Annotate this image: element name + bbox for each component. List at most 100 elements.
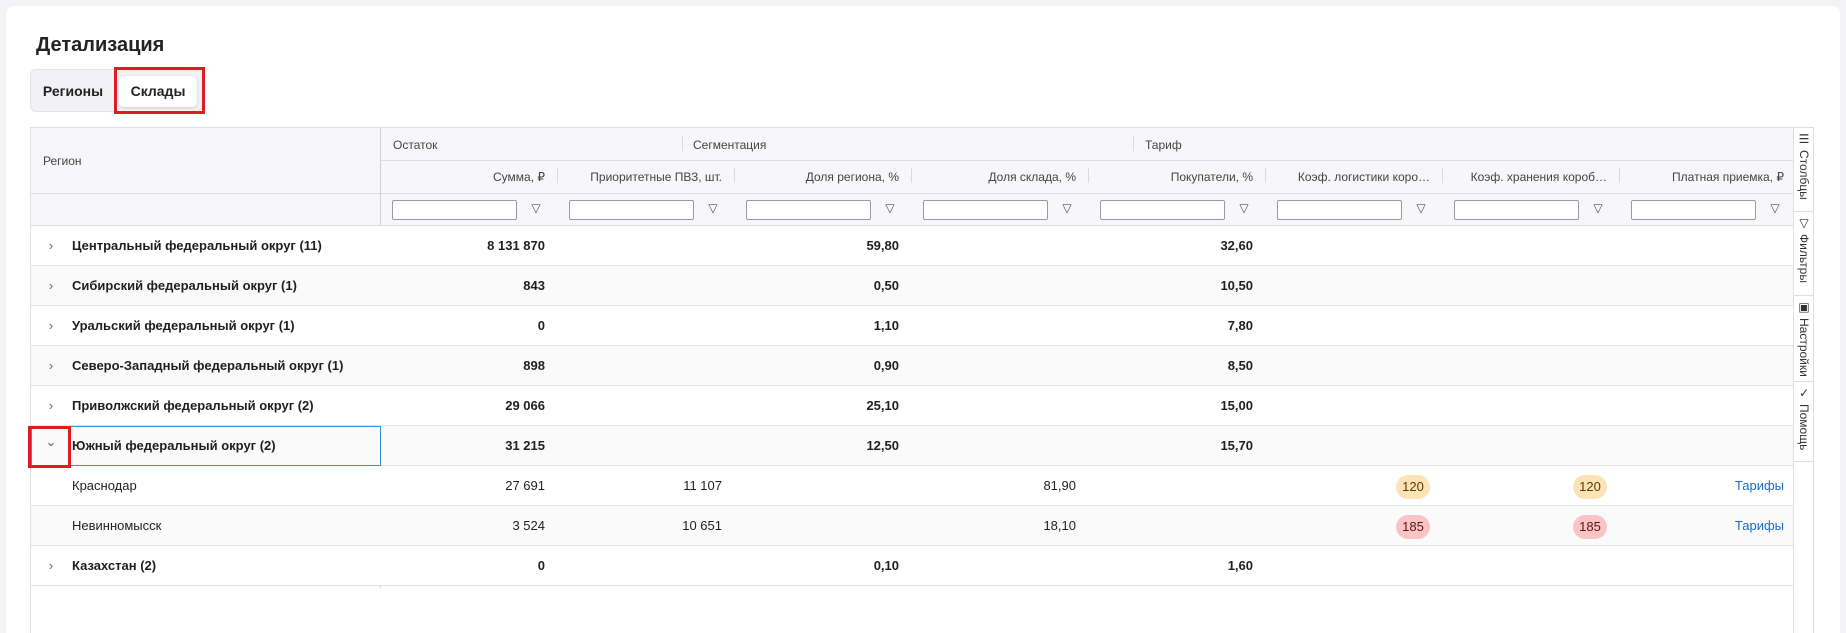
row-region-name: Северо-Западный федеральный округ (1) — [72, 358, 344, 373]
group-row[interactable]: › Казахстан (2) 0 0,10 1,60 — [31, 546, 1795, 586]
tab-warehouses[interactable]: Склады — [119, 76, 197, 107]
coefficient-badge: 120 — [1573, 474, 1607, 499]
side-tab-help[interactable]: ✓ Помощь — [1794, 382, 1813, 462]
column-filter-input[interactable] — [746, 200, 871, 220]
column-filter-input[interactable] — [923, 200, 1048, 220]
filter-funnel-icon[interactable]: ▽ — [529, 201, 543, 215]
table-cell — [558, 546, 734, 586]
group-row[interactable]: › Центральный федеральный округ (11) 8 131… — [31, 226, 1795, 266]
column-filter-input[interactable] — [392, 200, 517, 220]
table-cell: 0,90 — [873, 358, 899, 373]
table-cell — [1266, 546, 1442, 586]
table-cell: 1,60 — [1227, 558, 1253, 573]
chevron-right-icon[interactable]: › — [43, 306, 59, 346]
group-row[interactable]: ⌄ Южный федеральный округ (2) 31 215 12,50 1… — [31, 426, 1795, 466]
column-filter-input[interactable] — [1631, 200, 1756, 220]
group-row[interactable]: › Приволжский федеральный округ (2) 29 066… — [31, 386, 1795, 426]
table-cell: 10,50 — [1220, 278, 1253, 293]
table-cell — [1266, 226, 1442, 266]
side-tab-filters[interactable]: ▽ Фильтры — [1794, 212, 1813, 296]
coefficient-badge: 120 — [1396, 474, 1430, 499]
column-header[interactable]: Доля склада, % — [912, 170, 1088, 184]
table-cell: 12,50 — [866, 438, 899, 453]
side-tab-settings[interactable]: ▣ Настройки — [1794, 296, 1813, 382]
column-filter-input[interactable] — [1277, 200, 1402, 220]
filter-funnel-icon[interactable]: ▽ — [706, 201, 720, 215]
table-cell: 7,80 — [1227, 318, 1253, 333]
filter-funnel-icon[interactable]: ▽ — [1591, 201, 1605, 215]
filter-funnel-icon[interactable]: ▽ — [883, 201, 897, 215]
detail-grid: Регион Остаток Сегментация Тариф Сумма, … — [30, 127, 1814, 633]
table-cell — [1266, 346, 1442, 386]
chevron-right-icon[interactable]: › — [43, 386, 59, 426]
table-cell: 25,10 — [866, 398, 899, 413]
filter-icon: ▽ — [1797, 216, 1811, 230]
table-cell — [735, 466, 911, 506]
column-header[interactable]: Покупатели, % — [1089, 170, 1265, 184]
group-header-balance: Остаток — [393, 138, 438, 152]
column-header[interactable]: Сумма, ₽ — [381, 170, 557, 184]
table-cell — [1620, 386, 1796, 426]
table-cell: 3 524 — [512, 518, 545, 533]
group-row[interactable]: › Северо-Западный федеральный округ (1) 89… — [31, 346, 1795, 386]
column-header[interactable]: Коэф. логистики коро… — [1266, 170, 1442, 184]
column-header[interactable]: Коэф. хранения короб… — [1443, 170, 1619, 184]
table-cell: 10 651 — [682, 518, 722, 533]
table-cell: 8 131 870 — [487, 238, 545, 253]
group-row[interactable]: › Уральский федеральный округ (1) 0 1,10 7,8… — [31, 306, 1795, 346]
row-region-name: Сибирский федеральный округ (1) — [72, 278, 297, 293]
table-cell — [1089, 466, 1265, 506]
chevron-right-icon[interactable]: › — [43, 226, 59, 266]
table-cell — [912, 546, 1088, 586]
table-cell — [912, 426, 1088, 466]
filter-funnel-icon[interactable]: ▽ — [1768, 201, 1782, 215]
table-row[interactable]: Невинномысск 3 524 10 651 18,10 185 185 Тарифы — [31, 506, 1795, 546]
table-cell: 15,70 — [1220, 438, 1253, 453]
tab-regions[interactable]: Регионы — [35, 76, 111, 107]
table-cell: Тарифы — [1620, 506, 1796, 546]
row-region-name: Невинномысск — [72, 518, 162, 533]
table-cell — [1443, 306, 1619, 346]
settings-icon: ▣ — [1797, 300, 1811, 314]
grid-header: Регион Остаток Сегментация Тариф Сумма, … — [31, 128, 1795, 226]
table-cell: 0 — [537, 318, 545, 333]
chevron-right-icon[interactable]: › — [43, 266, 59, 306]
table-cell — [912, 266, 1088, 306]
group-header-segmentation: Сегментация — [693, 138, 767, 152]
table-cell — [1266, 306, 1442, 346]
filter-funnel-icon[interactable]: ▽ — [1237, 201, 1251, 215]
table-cell: 29 066 — [505, 398, 545, 413]
table-cell: 59,80 — [866, 238, 899, 253]
tariffs-link[interactable]: Тарифы — [1735, 478, 1784, 493]
table-cell: 27 691 — [505, 478, 545, 493]
chevron-right-icon[interactable]: › — [43, 546, 59, 586]
row-region-name: Центральный федеральный округ (11) — [72, 238, 322, 253]
help-icon: ✓ — [1797, 386, 1811, 400]
filter-funnel-icon[interactable]: ▽ — [1060, 201, 1074, 215]
column-filter-input[interactable] — [569, 200, 694, 220]
filter-funnel-icon[interactable]: ▽ — [1414, 201, 1428, 215]
table-cell — [1443, 386, 1619, 426]
column-header[interactable]: Приоритетные ПВЗ, шт. — [558, 170, 734, 184]
chevron-right-icon[interactable]: › — [43, 346, 59, 386]
columns-icon: ☰ — [1797, 132, 1811, 146]
table-cell — [912, 346, 1088, 386]
coefficient-badge: 185 — [1396, 514, 1430, 539]
table-cell — [1266, 266, 1442, 306]
column-filter-input[interactable] — [1100, 200, 1225, 220]
group-row[interactable]: › Сибирский федеральный округ (1) 843 0,50 1… — [31, 266, 1795, 306]
table-cell — [558, 226, 734, 266]
row-region-name: Уральский федеральный округ (1) — [72, 318, 295, 333]
table-cell — [1443, 266, 1619, 306]
tariffs-link[interactable]: Тарифы — [1735, 518, 1784, 533]
side-tab-columns[interactable]: ☰ Столбцы — [1794, 128, 1813, 212]
table-row[interactable]: Краснодар 27 691 11 107 81,90 120 120 Тарифы — [31, 466, 1795, 506]
column-header-region[interactable]: Регион — [43, 154, 82, 168]
column-filter-input[interactable] — [1454, 200, 1579, 220]
table-cell: 1,10 — [873, 318, 899, 333]
table-cell: 8,50 — [1227, 358, 1253, 373]
table-cell — [1089, 506, 1265, 546]
column-header[interactable]: Платная приемка, ₽ — [1620, 170, 1796, 184]
column-header[interactable]: Доля региона, % — [735, 170, 911, 184]
table-cell — [912, 306, 1088, 346]
